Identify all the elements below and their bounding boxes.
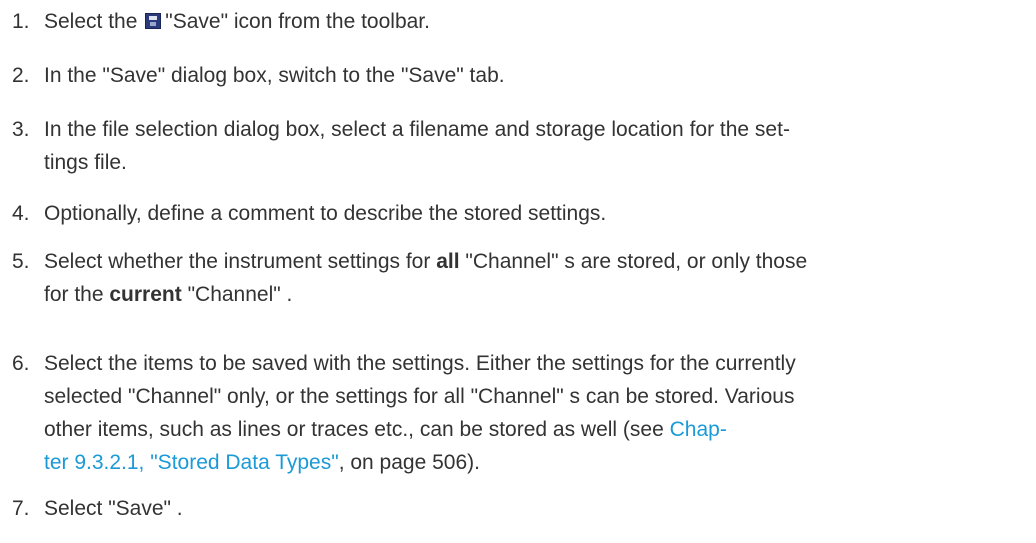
step-text-line: selected "Channel" only, or the settings… — [44, 385, 795, 408]
step-text-line: tings file. — [44, 151, 127, 174]
step-text-line: for the current "Channel" . — [44, 283, 292, 307]
step-number: 6. — [12, 352, 30, 375]
step-number: 3. — [12, 118, 30, 141]
chapter-link[interactable]: ter 9.3.2.1, "Stored Data Types" — [44, 451, 339, 474]
step-text-line: ter 9.3.2.1, "Stored Data Types", on pag… — [44, 451, 480, 475]
step-text-part: "Channel" . — [181, 283, 293, 306]
step-text-part: Select whether the instrument settings f… — [44, 250, 437, 273]
step-text-line: other items, such as lines or traces etc… — [44, 418, 727, 442]
step-text: Optionally, define a comment to describe… — [44, 202, 607, 225]
step-number: 4. — [12, 202, 30, 225]
save-icon — [145, 13, 162, 29]
step-number: 2. — [12, 64, 30, 87]
step-text: In the "Save" dialog box, switch to the … — [44, 64, 505, 87]
step-text-line: Select whether the instrument settings f… — [44, 250, 807, 274]
step-number: 5. — [12, 250, 30, 273]
step-text-after: "Save" icon from the toolbar. — [165, 10, 430, 33]
step-text: Select the "Save" icon from the toolbar. — [44, 10, 430, 34]
step-text-part: "Channel" s are stored, or only those — [459, 250, 808, 273]
chapter-link-start[interactable]: Chap- — [670, 418, 727, 441]
step-text-part: , on page 506). — [338, 451, 480, 474]
step-text-line: Select the items to be saved with the se… — [44, 352, 796, 375]
step-number: 1. — [12, 10, 30, 33]
emphasis-current: current — [109, 283, 182, 306]
step-text-before: Select the — [44, 10, 138, 33]
step-text: Select "Save" . — [44, 497, 183, 520]
step-text-line: In the file selection dialog box, select… — [44, 118, 790, 141]
emphasis-all: all — [436, 250, 460, 273]
step-number: 7. — [12, 497, 30, 520]
step-text-part: for the — [44, 283, 110, 306]
step-text-part: other items, such as lines or traces etc… — [44, 418, 670, 441]
